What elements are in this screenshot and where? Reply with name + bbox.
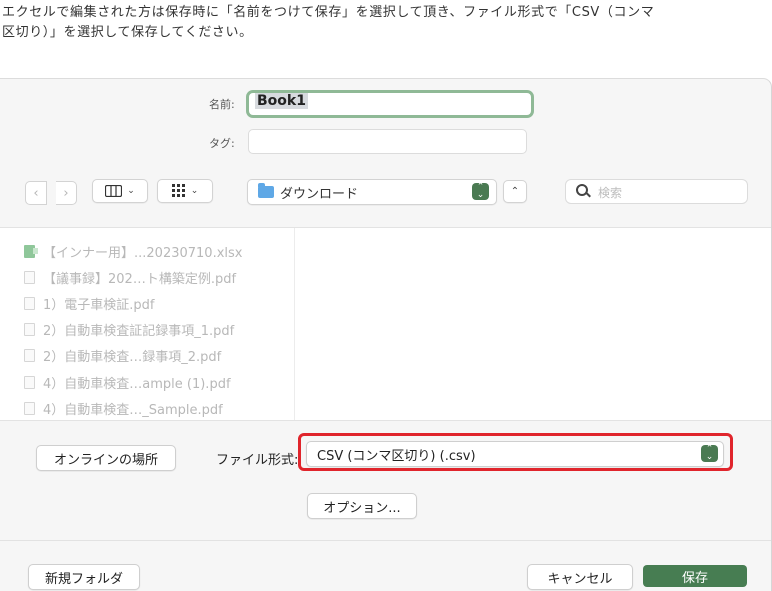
file-name: 4）自動車検査…ample (1).pdf [43,376,231,392]
instruction-line-1: エクセルで編集された方は保存時に「名前をつけて保存」を選択して頂き、ファイル形式… [2,5,655,20]
pdf-file-icon [24,323,35,337]
file-name: 2）自動車検査証記録事項_1.pdf [43,324,235,340]
online-locations-button[interactable]: オンラインの場所 [36,445,176,471]
search-field[interactable]: 検索 [565,179,748,204]
location-label: ダウンロード [280,187,359,202]
pdf-file-icon [24,296,35,310]
instruction-text: エクセルで編集された方は保存時に「名前をつけて保存」を選択して頂き、ファイル形式… [2,3,770,43]
column-view-icon [105,185,123,197]
chevron-right-icon: › [63,185,69,201]
new-folder-button[interactable]: 新規フォルダ [28,564,140,590]
list-item[interactable]: 【インナー用】...20230710.xlsx [24,238,286,264]
save-dialog: 名前: Book1 タグ: ‹ › ⌄ ⌄ ダウンロード ⌃ ⌄ ⌃ 検索 【イ… [0,78,772,591]
list-item[interactable]: 4）自動車検査…ample (1).pdf [24,369,286,395]
file-list: 【インナー用】...20230710.xlsx 【議事録】202…ト構築定例.p… [24,238,286,421]
tag-input[interactable] [248,129,527,154]
list-item[interactable]: 4）自動車検査…_Sample.pdf [24,395,286,421]
file-name: 1）電子車検証.pdf [43,297,155,313]
tag-label: タグ: [209,137,235,150]
save-button[interactable]: 保存 [643,565,747,587]
pdf-file-icon [24,375,35,389]
file-browser: 【インナー用】...20230710.xlsx 【議事録】202…ト構築定例.p… [0,227,771,421]
list-item[interactable]: 1）電子車検証.pdf [24,290,286,316]
expand-toggle-button[interactable]: ⌃ [503,180,527,203]
pdf-file-icon [24,349,35,363]
chevron-up-icon: ⌃ [510,186,520,197]
name-label: 名前: [209,98,235,111]
list-item[interactable]: 【議事録】202…ト構築定例.pdf [24,264,286,290]
file-format-label: ファイル形式: [216,453,299,468]
view-mode-button[interactable]: ⌄ [92,179,148,203]
search-placeholder: 検索 [598,186,623,200]
excel-file-icon [24,244,38,258]
options-button[interactable]: オプション... [307,493,417,519]
search-icon [576,184,588,196]
name-input-value: Book1 [255,93,308,109]
location-popup[interactable]: ダウンロード ⌃ ⌄ [247,179,497,205]
list-item[interactable]: 2）自動車検査証記録事項_1.pdf [24,317,286,343]
column-divider [294,228,295,420]
pdf-file-icon [24,270,35,284]
instruction-line-2: 区切り）」を選択して保存してください。 [2,25,253,40]
chevron-left-icon: ‹ [33,185,39,201]
file-name: 2）自動車検査…録事項_2.pdf [43,350,222,366]
file-name: 4）自動車検査…_Sample.pdf [43,402,223,418]
footer-divider [0,540,771,541]
group-button[interactable]: ⌄ [157,179,213,203]
highlight-annotation [298,433,733,471]
chevron-down-icon: ⌄ [190,186,199,196]
location-stepper-icon: ⌃ ⌄ [472,183,489,200]
forward-button[interactable]: › [56,181,77,205]
back-button[interactable]: ‹ [25,181,47,205]
chevron-down-icon: ⌄ [127,186,135,196]
file-name: 【議事録】202…ト構築定例.pdf [43,271,237,287]
file-name: 【インナー用】...20230710.xlsx [43,245,243,261]
pdf-file-icon [24,401,35,415]
name-input[interactable]: Book1 [246,90,534,118]
grid-icon [171,184,185,197]
downloads-folder-icon [258,183,274,198]
cancel-button[interactable]: キャンセル [527,564,633,590]
list-item[interactable]: 2）自動車検査…録事項_2.pdf [24,343,286,369]
